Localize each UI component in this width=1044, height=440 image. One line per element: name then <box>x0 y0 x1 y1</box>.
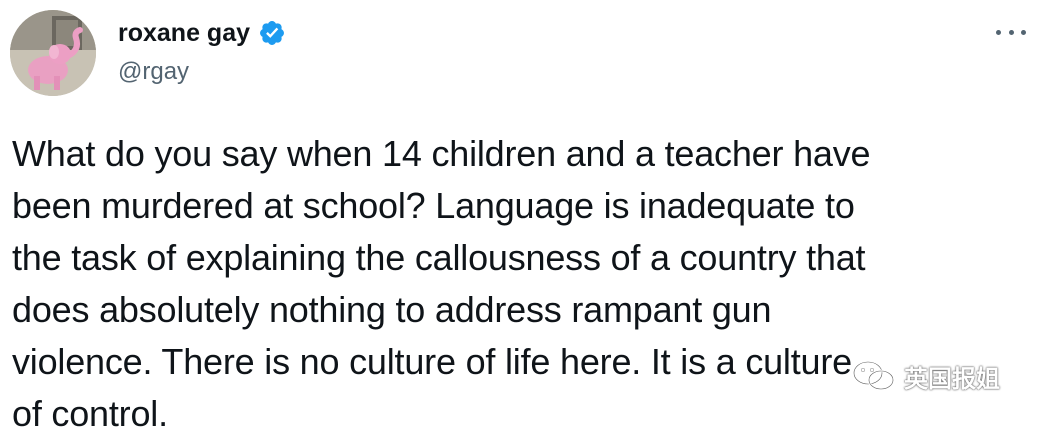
watermark-text: 英国报姐 <box>904 364 1000 393</box>
tweet-card: roxane gay @rgay What do you say when 14… <box>0 0 1044 434</box>
wechat-logo-icon <box>852 360 895 391</box>
verified-badge-icon <box>260 21 284 45</box>
pink-elephant-avatar-icon <box>10 10 96 96</box>
author-avatar[interactable] <box>10 10 96 96</box>
author-display-name[interactable]: roxane gay <box>118 18 250 48</box>
author-name-row: roxane gay <box>118 18 286 48</box>
author-handle[interactable]: @rgay <box>118 58 189 86</box>
more-options-button[interactable] <box>996 22 1026 42</box>
ellipsis-icon <box>996 29 1001 35</box>
watermark: 英国报姐 <box>852 358 1000 394</box>
